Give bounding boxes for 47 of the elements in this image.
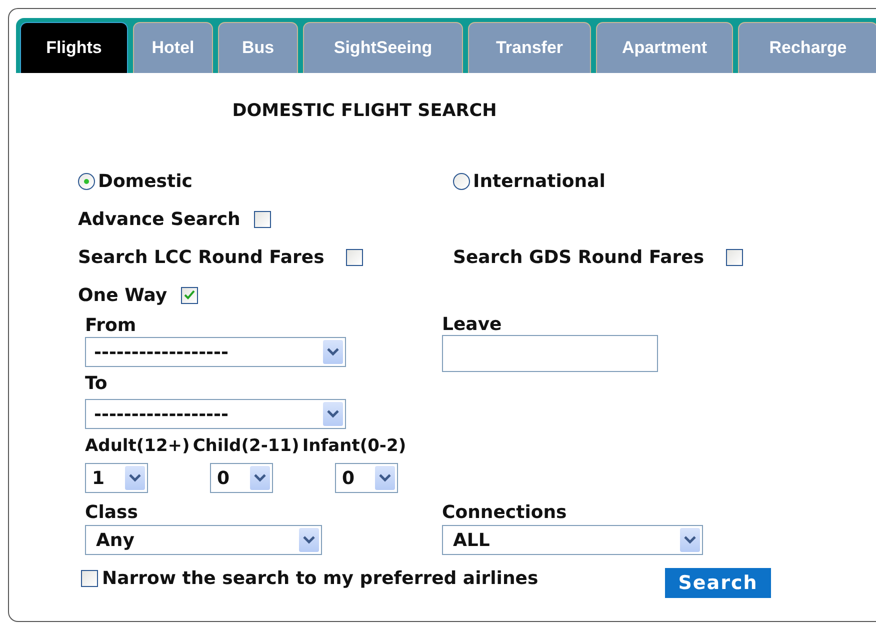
select-value: 0	[217, 468, 230, 488]
checkbox[interactable]	[181, 286, 198, 304]
radio-label: International	[473, 170, 606, 192]
caret-icon	[250, 466, 270, 490]
radio-button[interactable]	[78, 172, 95, 190]
to-select[interactable]: ------------------	[85, 399, 346, 429]
caret-icon	[375, 466, 395, 490]
checkbox-label: Advance Search	[78, 208, 240, 230]
select-value: ALL	[453, 530, 490, 550]
checkbox[interactable]	[254, 210, 272, 228]
checkbox-label: One Way	[78, 284, 168, 306]
caret-icon	[323, 402, 343, 426]
checkbox-label: Search GDS Round Fares	[453, 246, 704, 268]
caret-icon	[299, 528, 319, 552]
class-select[interactable]: Any	[85, 525, 322, 555]
from-select[interactable]: ------------------	[85, 337, 346, 367]
select-value: ------------------	[94, 342, 228, 362]
field-label: To	[85, 372, 108, 394]
field-label: Infant(0-2)	[302, 436, 406, 456]
checkbox[interactable]	[346, 248, 364, 266]
leave-date-field[interactable]	[442, 335, 658, 372]
checkbox[interactable]	[81, 570, 98, 586]
count-select[interactable]: 0	[335, 463, 398, 493]
radio-label: Domestic	[98, 170, 192, 192]
count-select[interactable]: 0	[210, 463, 273, 493]
form-title: DOMESTIC FLIGHT SEARCH	[231, 101, 498, 123]
select-value: 0	[342, 468, 355, 488]
field-label: Child(2-11)	[192, 436, 300, 456]
caret-icon	[323, 340, 343, 364]
checkbox[interactable]	[726, 248, 744, 266]
checkbox-label: Search LCC Round Fares	[78, 246, 324, 268]
search-button[interactable]: Search	[665, 568, 771, 598]
select-value: ------------------	[94, 404, 228, 424]
caret-icon	[680, 528, 700, 552]
radio-button[interactable]	[453, 172, 470, 190]
field-label: Class	[85, 502, 138, 522]
field-label: From	[85, 314, 136, 336]
field-label: Adult(12+)	[85, 436, 190, 456]
caret-icon	[125, 466, 145, 490]
field-label: Leave	[442, 314, 502, 334]
field-label: Connections	[442, 502, 567, 522]
select-value: Any	[96, 530, 134, 550]
select-value: 1	[92, 468, 105, 488]
checkbox-label: Narrow the search to my preferred airlines	[102, 568, 538, 588]
tab[interactable]: Flights	[20, 22, 128, 73]
count-select[interactable]: 1	[85, 463, 148, 493]
connections-select[interactable]: ALL	[442, 525, 703, 555]
